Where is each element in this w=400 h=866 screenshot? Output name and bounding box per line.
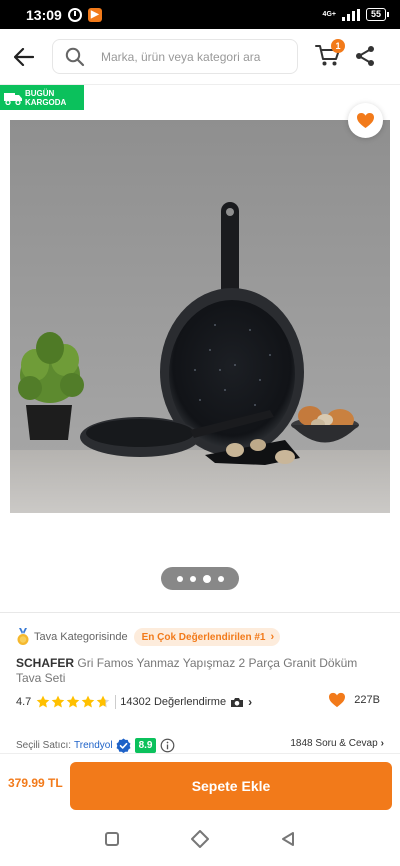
battery-icon: 55: [365, 8, 390, 21]
recents-button[interactable]: [98, 825, 126, 853]
favorite-count: 227B: [328, 692, 380, 708]
cart-count-badge: 1: [331, 39, 345, 53]
chevron-right-icon: ›: [380, 738, 384, 749]
heart-icon: [329, 692, 346, 708]
medal-icon: [17, 628, 29, 645]
share-icon: [356, 46, 374, 66]
best-rated-label: En Çok Değerlendirilen #1: [141, 631, 266, 643]
search-icon: [65, 47, 85, 67]
badge-line1: BUGÜN: [25, 88, 55, 98]
category-row: Tava Kategorisinde En Çok Değerlendirile…: [16, 627, 281, 647]
badge-line2: KARGODA: [25, 97, 67, 107]
square-icon: [105, 831, 119, 846]
category-text: Tava Kategorisinde: [34, 631, 128, 643]
star-icon: [81, 695, 95, 708]
heart-icon: [357, 112, 374, 129]
signal-icon: [341, 8, 360, 21]
divider: [0, 612, 400, 613]
star-icon: [96, 695, 110, 708]
back-button[interactable]: [4, 37, 44, 77]
qa-label: 1848 Soru & Cevap: [290, 738, 378, 749]
questions-answers-link[interactable]: 1848 Soru & Cevap ›: [290, 738, 384, 749]
bottom-action-bar: 379.99 TL Sepete Ekle: [0, 753, 400, 811]
product-title: SCHAFER Gri Famos Yanmaz Yapışmaz 2 Parç…: [16, 656, 372, 686]
product-photo: [10, 120, 390, 513]
seller-row: Seçili Satıcı: Trendyol 8.9 1848 Soru & …: [16, 735, 386, 755]
star-icon: [36, 695, 50, 708]
diamond-icon: [191, 829, 209, 848]
seller-score-badge: 8.9: [134, 737, 157, 753]
star-icon: [51, 695, 65, 708]
camera-icon: [231, 697, 244, 707]
android-navigation-bar: [0, 811, 400, 866]
status-bar: 13:09 ▶ 4G+ 55: [0, 0, 400, 29]
status-time: 13:09: [26, 6, 62, 23]
alarm-icon: [67, 7, 82, 22]
favorite-count-text: 227B: [354, 694, 380, 706]
review-count-link[interactable]: 14302 Değerlendirme: [120, 696, 226, 708]
seller-label: Seçili Satıcı:: [16, 739, 72, 751]
seller-name-link[interactable]: Trendyol: [74, 740, 113, 751]
price: 379.99 TL: [8, 776, 63, 790]
home-button[interactable]: [186, 825, 214, 853]
carousel-dot-active: [202, 574, 211, 583]
separator: [115, 695, 117, 709]
rating-value: 4.7: [16, 696, 32, 708]
info-icon[interactable]: [160, 738, 175, 753]
search-box[interactable]: [52, 39, 298, 74]
best-rated-pill[interactable]: En Çok Değerlendirilen #1 ›: [133, 628, 281, 646]
triangle-back-icon: [282, 831, 294, 846]
header: 1: [0, 29, 400, 85]
carousel-dot: [176, 575, 183, 582]
product-image[interactable]: [10, 120, 390, 513]
verified-icon: [116, 737, 131, 753]
carousel-dot: [189, 575, 196, 582]
same-day-shipping-text: BUGÜN KARGODA: [25, 89, 66, 107]
add-to-cart-button[interactable]: Sepete Ekle: [70, 762, 392, 810]
arrow-left-icon: [14, 47, 34, 66]
back-nav-button[interactable]: [274, 825, 302, 853]
share-button[interactable]: [354, 45, 378, 69]
chevron-right-icon: ›: [248, 695, 253, 709]
carousel-indicator[interactable]: [161, 567, 239, 590]
network-type: 4G+: [322, 11, 336, 18]
search-input[interactable]: [101, 49, 281, 64]
rating-stars: [36, 695, 111, 709]
brand-name[interactable]: SCHAFER: [16, 656, 74, 670]
same-day-shipping-badge: BUGÜN KARGODA: [0, 85, 84, 110]
product-detail-screen: 13:09 ▶ 4G+ 55 Marka, ürün veya kategori…: [0, 0, 400, 866]
cart-button[interactable]: 1: [315, 39, 345, 71]
status-right: 4G+ 55: [322, 8, 390, 21]
app-notification-icon: ▶: [87, 7, 102, 22]
favorite-button[interactable]: [348, 103, 383, 138]
carousel-dot: [217, 575, 224, 582]
truck-icon: [4, 92, 22, 105]
star-icon: [66, 695, 80, 708]
rating-row: 4.7 14302 Değerlendirme › 227B: [16, 692, 386, 712]
chevron-right-icon: ›: [270, 631, 275, 643]
